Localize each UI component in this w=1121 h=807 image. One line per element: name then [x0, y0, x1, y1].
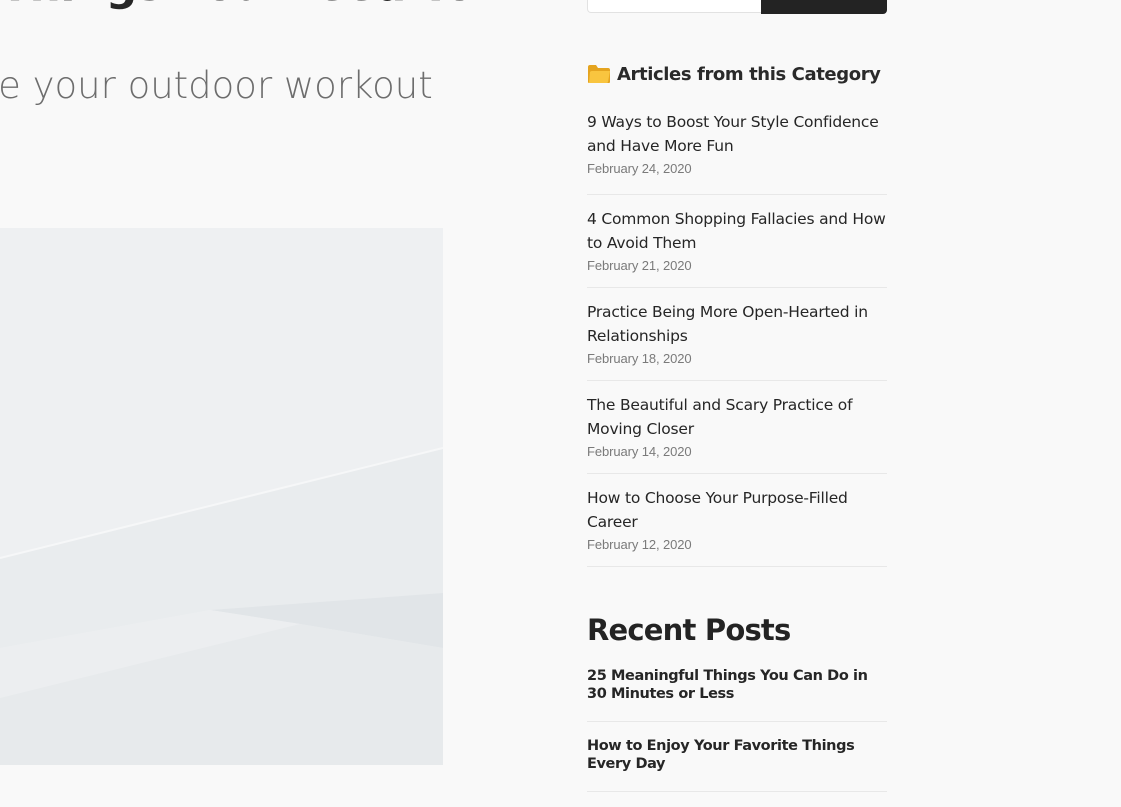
recent-posts-list: 25 Meaningful Things You Can Do in 30 Mi… — [587, 667, 887, 792]
list-item: 9 Ways to Boost Your Style Confidence an… — [587, 110, 887, 195]
list-item: How to Choose Your Purpose-Filled Career… — [587, 474, 887, 567]
article-date: February 12, 2020 — [587, 537, 692, 552]
folder-icon — [587, 63, 611, 85]
article-date: February 18, 2020 — [587, 351, 692, 366]
list-item: 4 Common Shopping Fallacies and How to A… — [587, 195, 887, 288]
category-articles-widget: Articles from this Category 9 Ways to Bo… — [587, 60, 887, 567]
article-link[interactable]: 4 Common Shopping Fallacies and How to A… — [587, 207, 887, 255]
recent-post-link[interactable]: 25 Meaningful Things You Can Do in 30 Mi… — [587, 667, 887, 703]
recent-posts-title: Recent Posts — [587, 613, 791, 647]
article-date: February 14, 2020 — [587, 444, 692, 459]
article-date: February 21, 2020 — [587, 258, 692, 273]
article-link[interactable]: 9 Ways to Boost Your Style Confidence an… — [587, 110, 887, 158]
search-button[interactable] — [761, 0, 887, 14]
article-date: February 24, 2020 — [587, 161, 692, 176]
page-subtitle: ke your outdoor workout — [0, 64, 433, 107]
article-link[interactable]: How to Choose Your Purpose-Filled Career — [587, 486, 887, 534]
article-link[interactable]: The Beautiful and Scary Practice of Movi… — [587, 393, 887, 441]
list-item: Practice Being More Open-Hearted in Rela… — [587, 288, 887, 381]
recent-post-link[interactable]: How to Enjoy Your Favorite Things Every … — [587, 737, 887, 773]
recent-posts-widget: Recent Posts 25 Meaningful Things You Ca… — [587, 612, 887, 807]
search-form — [587, 0, 887, 14]
list-item: The Beautiful and Scary Practice of Movi… — [587, 381, 887, 474]
articles-list: 9 Ways to Boost Your Style Confidence an… — [587, 110, 887, 567]
widget-title-text: Articles from this Category — [617, 63, 881, 85]
list-item: 25 Meaningful Things You Can Do in 30 Mi… — [587, 667, 887, 722]
page-title: Things You Need To — [0, 0, 475, 10]
widget-title: Articles from this Category — [587, 60, 887, 88]
hero-image — [0, 228, 443, 765]
article-link[interactable]: Practice Being More Open-Hearted in Rela… — [587, 300, 887, 348]
search-input[interactable] — [587, 0, 763, 13]
